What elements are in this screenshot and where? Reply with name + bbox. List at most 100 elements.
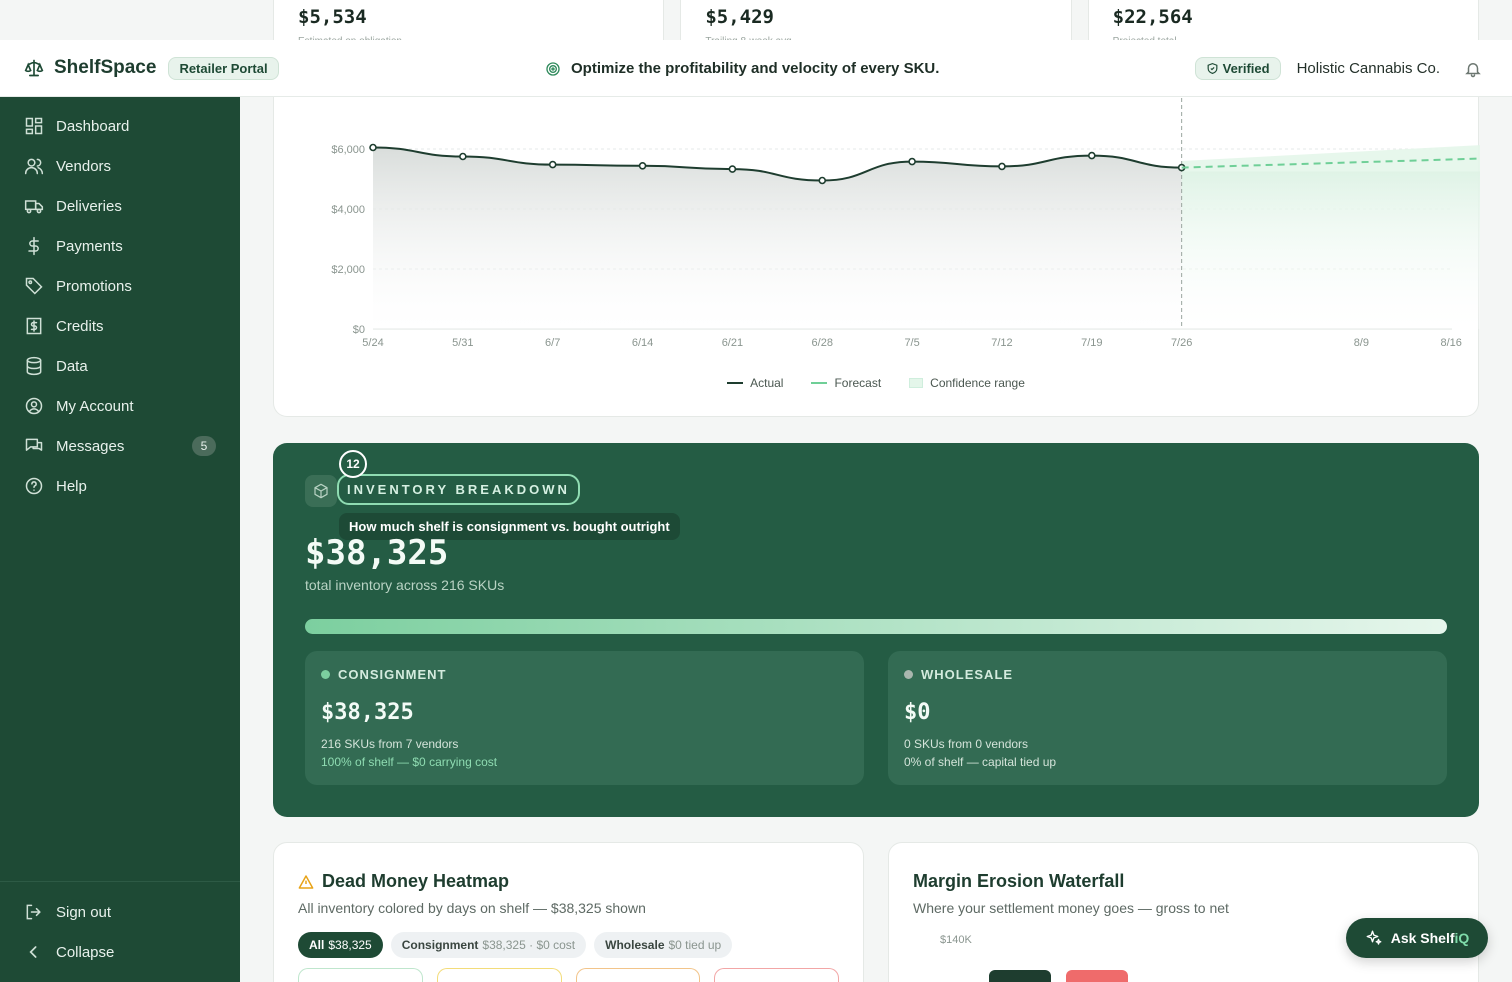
target-icon xyxy=(546,61,560,76)
tour-step-badge: 12 xyxy=(339,450,367,478)
bucket-stale[interactable] xyxy=(575,968,701,982)
sidebar-item-data[interactable]: Data xyxy=(0,346,240,386)
chart-legend: Actual Forecast Confidence range xyxy=(274,376,1478,390)
sidebar-item-label: Credits xyxy=(56,317,104,335)
actual-point xyxy=(548,160,557,169)
sidebar-item-help[interactable]: Help xyxy=(0,466,240,506)
bucket-fresh[interactable] xyxy=(298,968,423,982)
sidebar-item-label: Vendors xyxy=(56,157,112,175)
consignment-amount: $38,325 xyxy=(321,700,414,725)
y-tick-label: $2,000 xyxy=(331,264,365,276)
sidebar-item-label: Deliveries xyxy=(56,197,122,215)
x-tick-label: 6/14 xyxy=(632,337,653,349)
stat-value: $5,534 xyxy=(298,6,367,28)
bucket-aging[interactable] xyxy=(436,968,562,982)
inventory-total: $38,325 xyxy=(305,533,449,573)
sidebar-item-messages[interactable]: Messages 5 xyxy=(0,426,240,466)
inventory-icon-box xyxy=(305,475,337,507)
inventory-breakdown-card: INVENTORY BREAKDOWN 12 How much shelf is… xyxy=(273,443,1479,817)
sign-out-button[interactable]: Sign out xyxy=(0,892,240,932)
sidebar-item-label: Payments xyxy=(56,237,123,255)
chip-label: Consignment xyxy=(401,938,479,952)
header-right: Verified Holistic Cannabis Co. xyxy=(1194,40,1482,97)
x-tick-label: 7/5 xyxy=(904,337,919,349)
bell-icon[interactable] xyxy=(1464,60,1482,78)
heatmap-title-text: Dead Money Heatmap xyxy=(322,871,510,891)
collapse-button[interactable]: Collapse xyxy=(0,932,240,972)
confidence-band xyxy=(1181,145,1480,172)
chip-meta: $0 tied up xyxy=(668,938,722,952)
actual-point xyxy=(369,143,377,152)
sidebar-item-promotions[interactable]: Promotions xyxy=(0,266,240,306)
bucket-dead[interactable] xyxy=(714,968,839,982)
brand-name: ShelfSpace xyxy=(54,57,157,78)
warning-icon xyxy=(298,874,314,889)
chip-consignment[interactable]: Consignment $38,325 · $0 cost xyxy=(390,932,587,958)
chevron-left-icon xyxy=(29,946,37,958)
sidebar-item-label: Messages xyxy=(56,437,125,455)
chip-label: Wholesale xyxy=(605,938,665,952)
inventory-title[interactable]: INVENTORY BREAKDOWN xyxy=(337,474,580,505)
sidebar-item-vendors[interactable]: Vendors xyxy=(0,146,240,186)
org-name[interactable]: Holistic Cannabis Co. xyxy=(1297,60,1440,77)
x-tick-label: 8/9 xyxy=(1354,337,1369,349)
sidebar-item-label: Promotions xyxy=(56,277,132,295)
sidebar-item-label: Dashboard xyxy=(56,117,130,135)
messages-count-badge: 5 xyxy=(192,436,216,456)
wholesale-line2: 0% of shelf — capital tied up xyxy=(904,755,1057,769)
sidebar-item-my-account[interactable]: My Account xyxy=(0,386,240,426)
x-tick-label: 5/31 xyxy=(452,337,473,349)
x-tick-label: 6/7 xyxy=(545,337,560,349)
forecast-chart: $0 $2,000 $4,000 $6,000 5/24 5/31 6/7 6/14 6/21 6… xyxy=(331,98,1480,349)
y-tick-label: $4,000 xyxy=(331,204,365,216)
waterfall-title: Margin Erosion Waterfall xyxy=(913,871,1125,891)
waterfall-bar-deduction xyxy=(1066,970,1128,982)
x-tick-label: 6/28 xyxy=(812,337,833,349)
chip-wholesale[interactable]: Wholesale $0 tied up xyxy=(594,932,733,958)
users-icon xyxy=(24,158,44,175)
forecast-area xyxy=(1181,171,1480,329)
user-circle-icon xyxy=(25,397,43,415)
legend-actual: Actual xyxy=(727,376,783,390)
x-tick-label: 7/19 xyxy=(1081,337,1102,349)
sidebar-item-dashboard[interactable]: Dashboard xyxy=(0,106,240,146)
sidebar-item-payments[interactable]: Payments xyxy=(0,226,240,266)
x-tick-label: 7/12 xyxy=(991,337,1012,349)
y-tick-label: $6,000 xyxy=(331,144,365,156)
portal-badge: Retailer Portal xyxy=(168,56,279,80)
sidebar-item-credits[interactable]: Credits xyxy=(0,306,240,346)
collapse-label: Collapse xyxy=(56,943,115,961)
tagline: Optimize the profitability and velocity … xyxy=(545,40,939,97)
scale-icon xyxy=(24,59,44,77)
y-tick-label: $0 xyxy=(353,324,365,336)
inventory-subtitle: total inventory across 216 SKUs xyxy=(305,577,505,593)
consignment-line1: 216 SKUs from 7 vendors xyxy=(321,737,459,751)
logo[interactable]: ShelfSpace Retailer Portal xyxy=(24,56,279,80)
sidebar-footer: Sign out Collapse xyxy=(0,881,240,982)
forecast-chart-card: $0 $2,000 $4,000 $6,000 5/24 5/31 6/7 6/14 6/21 6… xyxy=(273,60,1480,417)
sidebar-item-deliveries[interactable]: Deliveries xyxy=(0,186,240,226)
chip-all[interactable]: All $38,325 xyxy=(298,932,383,958)
verified-label: Verified xyxy=(1222,61,1270,76)
consignment-dot xyxy=(321,670,330,679)
legend-label: Confidence range xyxy=(930,376,1025,390)
wholesale-panel: WHOLESALE $0 0 SKUs from 0 vendors 0% of… xyxy=(888,651,1447,785)
x-tick-label: 6/21 xyxy=(722,337,743,349)
actual-point xyxy=(818,176,827,185)
chip-meta: $38,325 · $0 cost xyxy=(482,938,576,952)
heatmap-filter-chips: All $38,325 Consignment $38,325 · $0 cost … xyxy=(298,932,839,958)
heatmap-buckets xyxy=(298,968,839,982)
truck-icon xyxy=(24,200,44,214)
sidebar-item-label: Help xyxy=(56,477,87,495)
wholesale-label: WHOLESALE xyxy=(904,667,1431,682)
consignment-panel: CONSIGNMENT $38,325 216 SKUs from 7 vend… xyxy=(305,651,864,785)
sidebar-item-label: Data xyxy=(56,357,88,375)
consignment-line2: 100% of shelf — $0 carrying cost xyxy=(321,755,498,769)
ask-shelfiq-button[interactable]: Ask ShelfiQ xyxy=(1346,918,1488,958)
dollar-icon xyxy=(28,236,39,256)
x-tick-label: 7/26 xyxy=(1171,337,1192,349)
top-header: ShelfSpace Retailer Portal Optimize the … xyxy=(0,40,1512,97)
heatmap-desc: All inventory colored by days on shelf —… xyxy=(298,900,646,916)
actual-point xyxy=(459,152,467,161)
sidebar: Dashboard Vendors Deliveries Payments Pr… xyxy=(0,97,240,982)
